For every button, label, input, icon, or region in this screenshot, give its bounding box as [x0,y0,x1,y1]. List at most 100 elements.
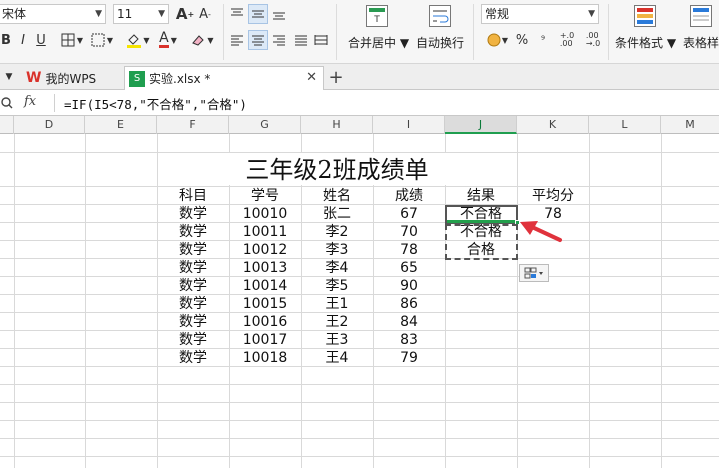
column-header-l[interactable]: L [589,116,661,134]
tab-menu-icon[interactable]: ▼ [2,67,16,87]
table-cell-subject[interactable]: 数学 [157,260,229,277]
table-cell-subject[interactable]: 数学 [157,332,229,349]
decrease-font-icon[interactable]: A- [196,4,214,24]
cell-style-icon[interactable]: ▼ [88,30,116,50]
table-cell-score[interactable]: 90 [373,278,445,295]
table-cell-id[interactable]: 10010 [229,206,301,223]
merge-center-button[interactable]: 合并居中 ▼ [348,34,409,51]
underline-button[interactable]: U [34,30,48,50]
table-cell-id[interactable]: 10016 [229,314,301,331]
conditional-format-icon[interactable] [634,5,656,27]
table-cell-name[interactable]: 张二 [301,206,373,223]
decrease-decimal-button[interactable]: .00 →.0 [582,30,604,50]
comma-button[interactable]: ⁹ [536,30,550,50]
bold-button[interactable]: B [0,30,13,50]
table-cell-score[interactable]: 79 [373,350,445,367]
italic-button[interactable]: I [16,30,30,50]
wrap-text-icon[interactable] [429,5,451,27]
table-cell-id[interactable]: 10015 [229,296,301,313]
increase-decimal-button[interactable]: +.0 .00 [556,30,578,50]
table-cell-score[interactable]: 84 [373,314,445,331]
formula-input[interactable]: =IF(I5<78,"不合格","合格") [64,94,247,113]
table-cell-name[interactable]: 王1 [301,296,373,313]
table-cell-score[interactable]: 78 [373,242,445,259]
font-name-select[interactable]: 宋体 ▼ [0,4,106,24]
table-cell-subject[interactable]: 数学 [157,206,229,223]
distribute-icon[interactable] [312,30,330,50]
tab-my-wps[interactable]: W 我的WPS [22,66,122,90]
align-center-icon[interactable] [248,30,268,50]
table-cell-score[interactable]: 83 [373,332,445,349]
table-cell-subject[interactable]: 数学 [157,296,229,313]
column-header-m[interactable]: M [661,116,719,134]
fx-icon[interactable]: fx [24,94,36,109]
table-cell-score[interactable]: 70 [373,224,445,241]
justify-icon[interactable] [292,30,310,50]
header-cell-subject[interactable]: 科目 [157,188,229,205]
table-cell-name[interactable]: 李3 [301,242,373,259]
wrap-text-button[interactable]: 自动换行 [416,34,464,51]
fill-color-icon[interactable]: ▼ [124,30,152,50]
table-cell-id[interactable]: 10018 [229,350,301,367]
table-cell-subject[interactable]: 数学 [157,242,229,259]
number-format-select[interactable]: 常规 ▼ [481,4,599,24]
column-header-h[interactable]: H [301,116,373,134]
column-header-d[interactable]: D [14,116,85,134]
column-header-k[interactable]: K [517,116,589,134]
conditional-format-button[interactable]: 条件格式 ▼ [615,34,676,51]
column-header-g[interactable]: G [229,116,301,134]
table-cell-subject[interactable]: 数学 [157,350,229,367]
clear-format-icon[interactable]: ▼ [188,30,216,50]
table-cell-id[interactable]: 10012 [229,242,301,259]
table-cell-subject[interactable]: 数学 [157,278,229,295]
table-cell-id[interactable]: 10014 [229,278,301,295]
zoom-search-icon[interactable] [0,93,14,113]
grid-line [0,384,719,385]
column-header-e[interactable]: E [85,116,157,134]
tab-label: 我的WPS [45,71,97,86]
close-tab-icon[interactable]: ✕ [306,70,317,85]
table-cell-score[interactable]: 65 [373,260,445,277]
paste-options-button[interactable] [519,264,549,282]
currency-icon[interactable]: ▼ [484,30,510,50]
align-bottom-icon[interactable] [270,4,288,24]
row-header-corner[interactable] [0,116,14,134]
column-header-j[interactable]: J [445,116,517,134]
table-cell-name[interactable]: 李5 [301,278,373,295]
table-style-icon[interactable] [690,5,712,27]
align-top-icon[interactable] [228,4,246,24]
header-cell-name[interactable]: 姓名 [301,188,373,205]
header-cell-average[interactable]: 平均分 [517,188,589,205]
table-style-button[interactable]: 表格样 [683,34,719,51]
header-cell-result[interactable]: 结果 [445,188,517,205]
align-right-icon[interactable] [270,30,288,50]
align-left-icon[interactable] [228,30,246,50]
column-header-f[interactable]: F [157,116,229,134]
document-tabs: ▼ W 我的WPS S 实验.xlsx * ✕ + [0,64,719,90]
column-header-row: D E F G H I J K L M [0,116,719,134]
border-icon[interactable]: ▼ [58,30,86,50]
table-cell-id[interactable]: 10017 [229,332,301,349]
table-cell-name[interactable]: 王4 [301,350,373,367]
table-cell-subject[interactable]: 数学 [157,224,229,241]
align-middle-icon[interactable] [248,4,268,24]
font-size-select[interactable]: 11 ▼ [113,4,169,24]
table-cell-name[interactable]: 李2 [301,224,373,241]
table-cell-score[interactable]: 86 [373,296,445,313]
table-cell-subject[interactable]: 数学 [157,314,229,331]
table-cell-name[interactable]: 王3 [301,332,373,349]
percent-button[interactable]: % [514,30,530,50]
header-cell-id[interactable]: 学号 [229,188,301,205]
table-cell-id[interactable]: 10013 [229,260,301,277]
increase-font-icon[interactable]: A + [176,4,194,24]
header-cell-score[interactable]: 成绩 [373,188,445,205]
table-cell-id[interactable]: 10011 [229,224,301,241]
font-color-icon[interactable]: A ▼ [154,30,182,50]
tab-active-workbook[interactable]: S 实验.xlsx * ✕ [124,66,324,90]
merge-center-icon[interactable]: T [366,5,388,27]
table-cell-name[interactable]: 王2 [301,314,373,331]
new-tab-icon[interactable]: + [327,67,345,88]
table-cell-score[interactable]: 67 [373,206,445,223]
column-header-i[interactable]: I [373,116,445,134]
table-cell-name[interactable]: 李4 [301,260,373,277]
